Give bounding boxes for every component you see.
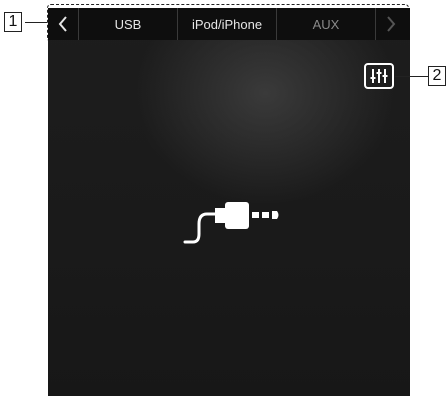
callout-1-leader <box>25 22 47 23</box>
tab-usb[interactable]: USB <box>79 8 178 40</box>
callout-2-label: 2 <box>428 66 446 86</box>
aux-screen: USB iPod/iPhone AUX <box>48 8 410 396</box>
callout-2-leader <box>395 76 428 77</box>
equalizer-button[interactable] <box>364 63 394 89</box>
tab-aux[interactable]: AUX <box>277 8 375 40</box>
back-button[interactable] <box>48 8 79 40</box>
equalizer-icon <box>370 69 388 83</box>
callout-1-label: 1 <box>4 12 22 32</box>
forward-button[interactable] <box>375 8 406 40</box>
chevron-right-icon <box>387 16 396 32</box>
tab-ipod-iphone[interactable]: iPod/iPhone <box>178 8 277 40</box>
chevron-left-icon <box>58 16 67 32</box>
source-tab-bar: USB iPod/iPhone AUX <box>48 8 410 40</box>
aux-plug-icon <box>183 202 279 244</box>
